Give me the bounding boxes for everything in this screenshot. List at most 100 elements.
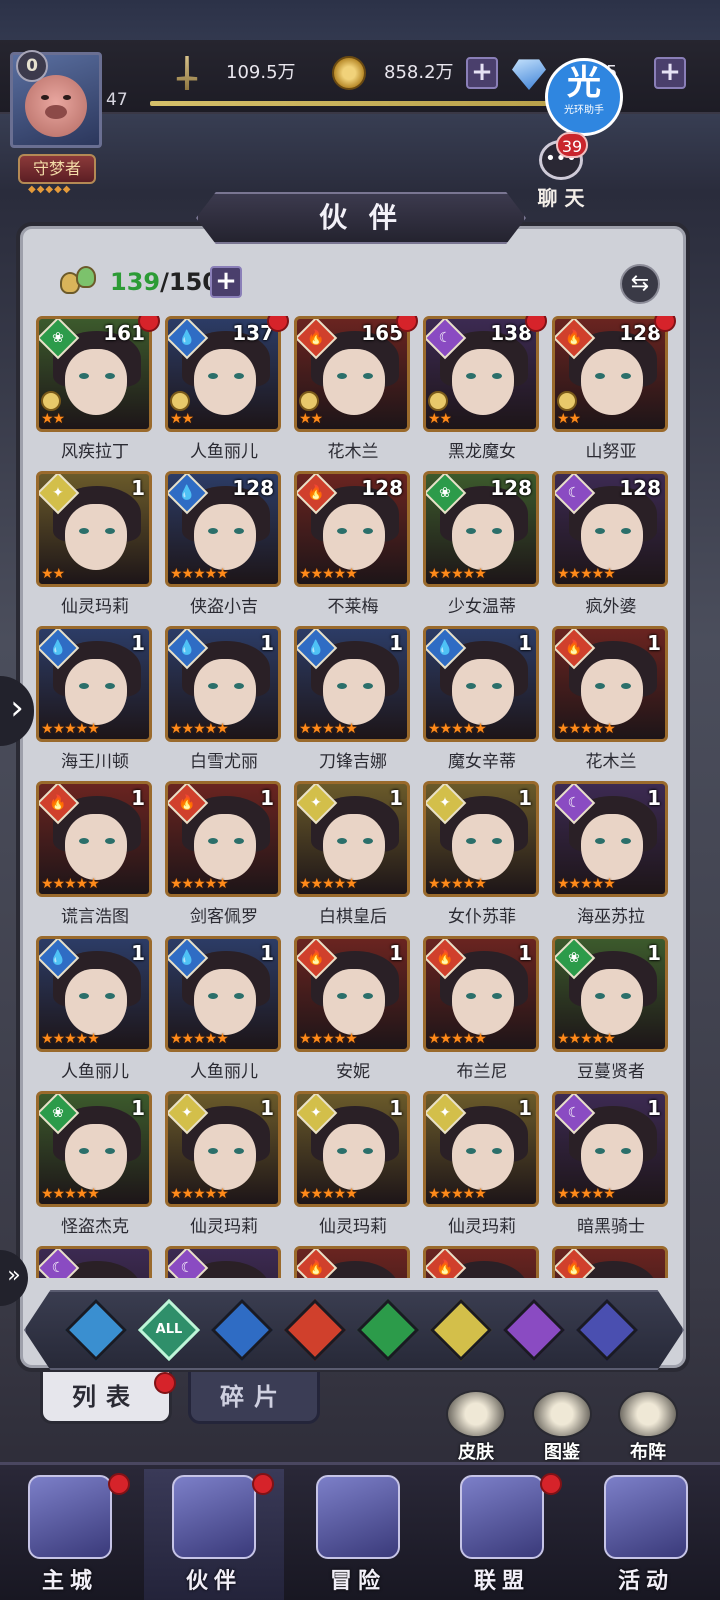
hero-card[interactable]: 🔥 1 ★★★★★ 布兰尼 bbox=[423, 936, 541, 1088]
hero-card[interactable]: ✦ 1 ★★ 仙灵玛莉 bbox=[36, 471, 154, 623]
skins-button[interactable]: 皮肤 bbox=[440, 1390, 512, 1463]
hero-face bbox=[65, 1124, 127, 1190]
hero-portrait: ❀ 128 ★★★★★ bbox=[423, 471, 539, 587]
hero-portrait: 💧 1 ★★★★★ bbox=[36, 626, 152, 742]
hero-card[interactable]: ☾ 138 ★★ 黑龙魔女 bbox=[423, 316, 547, 468]
filter-fire-button[interactable] bbox=[283, 1298, 347, 1362]
hero-card[interactable]: ✦ 1 ★★★★★ 仙灵玛莉 bbox=[165, 1091, 283, 1243]
hero-portrait: ✦ 1 ★★★★★ bbox=[294, 1091, 410, 1207]
expand-capacity-button[interactable]: + bbox=[210, 266, 242, 298]
hero-portrait: 🔥 1 ★★★★★ bbox=[165, 781, 281, 897]
hero-level: 1 bbox=[647, 1096, 661, 1120]
hero-name: 海巫苏拉 bbox=[577, 907, 645, 927]
hero-face bbox=[581, 969, 643, 1035]
hero-name: 怪盗杰克 bbox=[61, 1217, 129, 1237]
hero-card[interactable]: ❀ 1 ★★★★★ 豆蔓贤者 bbox=[552, 936, 670, 1088]
hero-card[interactable]: 🔥 bbox=[552, 1246, 670, 1278]
hero-stars: ★★ bbox=[299, 411, 323, 427]
filter-nature-button[interactable] bbox=[356, 1298, 420, 1362]
filter-all-button[interactable]: ALL bbox=[137, 1298, 201, 1362]
hero-card[interactable]: 🔥 1 ★★★★★ 花木兰 bbox=[552, 626, 670, 778]
filter-water-button[interactable] bbox=[210, 1298, 274, 1362]
nav-4[interactable]: 活动 bbox=[576, 1469, 716, 1600]
filter-cosmic-button[interactable] bbox=[575, 1298, 639, 1362]
hero-level: 1 bbox=[389, 786, 403, 810]
formation-button[interactable]: 布阵 bbox=[612, 1390, 684, 1463]
filter-dark-button[interactable] bbox=[502, 1298, 566, 1362]
hero-portrait: ❀ 1 ★★★★★ bbox=[552, 936, 668, 1052]
hero-level: 1 bbox=[518, 941, 532, 965]
add-gold-button[interactable]: + bbox=[466, 57, 498, 89]
tab-shards[interactable]: 碎片 bbox=[188, 1372, 320, 1424]
hero-card[interactable]: ☾ bbox=[36, 1246, 154, 1278]
hero-card[interactable]: ✦ 1 ★★★★★ 女仆苏菲 bbox=[423, 781, 541, 933]
hero-portrait: 💧 1 ★★★★★ bbox=[165, 936, 281, 1052]
hero-name: 谎言浩图 bbox=[61, 907, 129, 927]
hero-card[interactable]: ☾ 1 ★★★★★ 海巫苏拉 bbox=[552, 781, 670, 933]
hero-card[interactable]: 💧 1 ★★★★★ 人鱼丽儿 bbox=[165, 936, 283, 1088]
player-title-tag[interactable]: 守梦者 bbox=[18, 154, 96, 184]
codex-button[interactable]: 图鉴 bbox=[526, 1390, 598, 1463]
swap-sort-icon[interactable]: ⇆ bbox=[620, 264, 660, 304]
filter-astral-button[interactable] bbox=[64, 1298, 128, 1362]
power-resource: 109.5万 bbox=[170, 56, 320, 90]
hero-card[interactable]: 💧 1 ★★★★★ 海王川顿 bbox=[36, 626, 154, 778]
hero-card[interactable]: ❀ 1 ★★★★★ 怪盗杰克 bbox=[36, 1091, 154, 1243]
hero-card[interactable]: ❀ 128 ★★★★★ 少女温蒂 bbox=[423, 471, 541, 623]
hero-card[interactable]: 🔥 128 ★★ 山努亚 bbox=[552, 316, 676, 468]
filter-light-button[interactable] bbox=[429, 1298, 493, 1362]
page-title: 伙 伴 bbox=[196, 192, 526, 244]
nav-notification-dot bbox=[540, 1473, 562, 1495]
hero-face bbox=[323, 1124, 385, 1190]
add-gems-button[interactable]: + bbox=[654, 57, 686, 89]
hero-card[interactable]: 💧 1 ★★★★★ 白雪尤丽 bbox=[165, 626, 283, 778]
hero-face bbox=[323, 349, 385, 415]
tab-list[interactable]: 列表 bbox=[40, 1372, 172, 1424]
hero-card[interactable]: 💧 1 ★★★★★ 人鱼丽儿 bbox=[36, 936, 154, 1088]
nav-notification-dot bbox=[252, 1473, 274, 1495]
hero-card[interactable]: 🔥 1 ★★★★★ 剑客佩罗 bbox=[165, 781, 283, 933]
helper-overlay-button[interactable]: 光 光环助手 bbox=[545, 58, 623, 136]
hero-stars: ★★★★★ bbox=[170, 721, 229, 737]
hero-card[interactable]: ✦ 1 ★★★★★ 仙灵玛莉 bbox=[423, 1091, 541, 1243]
hero-card[interactable]: ✦ 1 ★★★★★ 白棋皇后 bbox=[294, 781, 412, 933]
gold-coin-icon bbox=[332, 56, 366, 90]
hero-portrait: 💧 1 ★★★★★ bbox=[165, 626, 281, 742]
hero-card[interactable]: 🔥 165 ★★ 花木兰 bbox=[294, 316, 418, 468]
hero-level: 1 bbox=[131, 1096, 145, 1120]
hero-stars: ★★★★★ bbox=[170, 876, 229, 892]
hero-card[interactable]: ☾ 128 ★★★★★ 疯外婆 bbox=[552, 471, 670, 623]
hero-stars: ★★★★★ bbox=[41, 1031, 100, 1047]
hero-card[interactable]: ☾ 1 ★★★★★ 暗黑骑士 bbox=[552, 1091, 670, 1243]
hero-stars: ★★★★★ bbox=[428, 1186, 487, 1202]
hero-card[interactable]: ✦ 1 ★★★★★ 仙灵玛莉 bbox=[294, 1091, 412, 1243]
hero-portrait: 🔥 bbox=[552, 1246, 668, 1278]
hero-face bbox=[194, 969, 256, 1035]
hero-card[interactable]: 🔥 1 ★★★★★ 安妮 bbox=[294, 936, 412, 1088]
hero-portrait: ✦ 1 ★★★★★ bbox=[165, 1091, 281, 1207]
coat-icon bbox=[446, 1390, 506, 1438]
hero-card[interactable]: 🔥 128 ★★★★★ 不莱梅 bbox=[294, 471, 412, 623]
hero-card[interactable]: ☾ bbox=[165, 1246, 283, 1278]
nav-label: 伙伴 bbox=[185, 1569, 242, 1594]
hero-stars: ★★★★★ bbox=[557, 566, 616, 582]
hero-card[interactable]: 💧 1 ★★★★★ 刀锋吉娜 bbox=[294, 626, 412, 778]
hero-card[interactable]: 🔥 bbox=[294, 1246, 412, 1278]
hero-card[interactable]: 🔥 1 ★★★★★ 谎言浩图 bbox=[36, 781, 154, 933]
hero-stars: ★★★★★ bbox=[428, 1031, 487, 1047]
hero-card[interactable]: 💧 128 ★★★★★ 侠盗小吉 bbox=[165, 471, 283, 623]
hero-card[interactable]: 💧 1 ★★★★★ 魔女辛蒂 bbox=[423, 626, 541, 778]
partner-panel: 139/150 + ⇆ ❀ 161 ★★ 风疾拉丁 💧 137 ★★ 人鱼丽儿 🔥 165 ★★ 花木… bbox=[16, 222, 690, 1372]
hero-card[interactable]: ❀ 161 ★★ 风疾拉丁 bbox=[36, 316, 160, 468]
nav-2[interactable]: 冒险 bbox=[288, 1469, 428, 1600]
hero-card[interactable]: 💧 137 ★★ 人鱼丽儿 bbox=[165, 316, 289, 468]
hero-name: 女仆苏菲 bbox=[448, 907, 516, 927]
hero-name: 白棋皇后 bbox=[319, 907, 387, 927]
hero-portrait: ☾ 128 ★★★★★ bbox=[552, 471, 668, 587]
hero-portrait: 🔥 bbox=[294, 1246, 410, 1278]
fire-element-icon: 🔥 bbox=[297, 1249, 338, 1278]
power-value: 109.5万 bbox=[226, 62, 296, 83]
hero-stars: ★★★★★ bbox=[557, 1031, 616, 1047]
hero-card[interactable]: 🔥 bbox=[423, 1246, 541, 1278]
formation-label: 布阵 bbox=[630, 1442, 666, 1463]
